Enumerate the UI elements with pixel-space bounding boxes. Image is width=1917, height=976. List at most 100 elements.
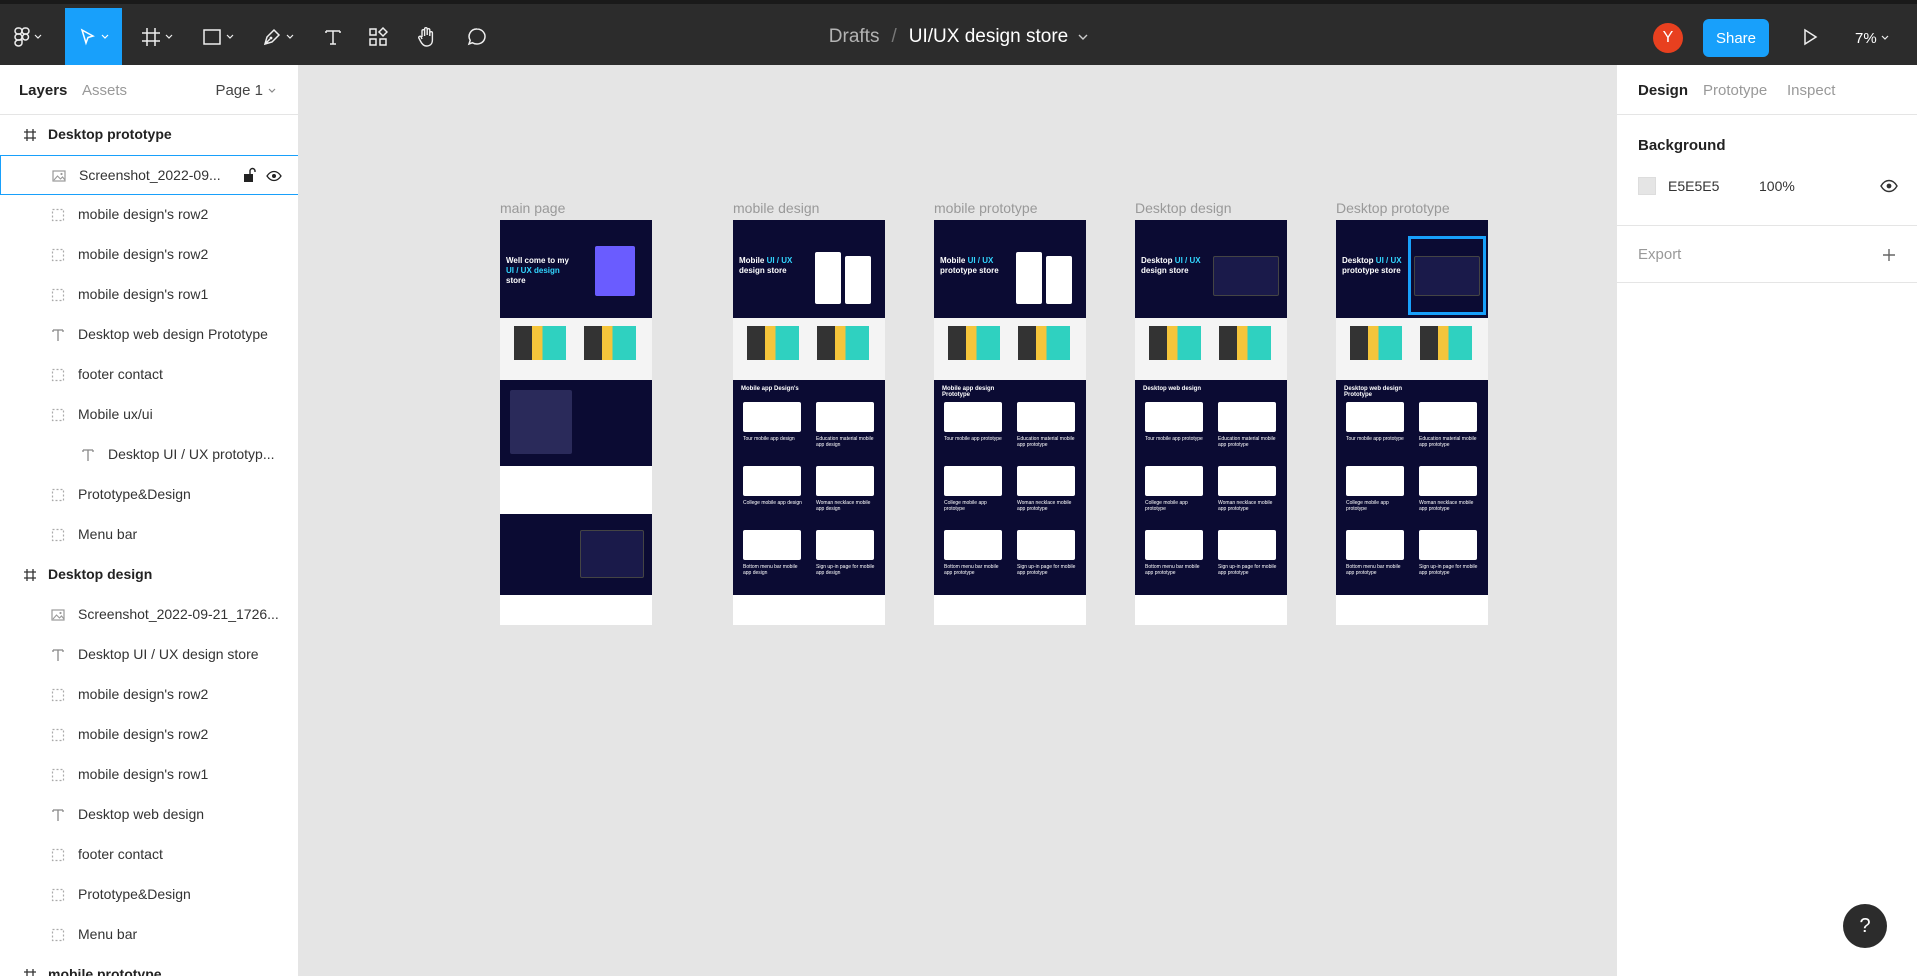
tab-design[interactable]: Design	[1638, 82, 1688, 99]
group-icon	[50, 487, 66, 503]
background-hex-input[interactable]: E5E5E5	[1668, 178, 1719, 194]
layer-name: Prototype&Design	[78, 886, 191, 902]
tab-assets[interactable]: Assets	[82, 82, 127, 99]
project-thumbnail	[816, 530, 874, 560]
frame-thumbnail[interactable]: Desktop UI / UX prototype store Desktop …	[1336, 220, 1488, 625]
chevron-down-icon	[101, 34, 108, 39]
resources-icon	[369, 26, 388, 46]
frame-label[interactable]: Desktop prototype	[1336, 200, 1450, 216]
layer-row[interactable]: Menu bar	[0, 915, 298, 955]
project-caption: Bottom menu bar mobile app prototype	[1145, 564, 1200, 576]
hero-mockup	[815, 252, 841, 304]
hero-title-line: design store	[739, 266, 787, 275]
comment-tool-button[interactable]	[459, 8, 495, 65]
resources-button[interactable]	[360, 8, 396, 65]
layer-row[interactable]: Desktop UI / UX prototyp...	[0, 435, 298, 475]
layer-row[interactable]: Menu bar	[0, 515, 298, 555]
eye-icon[interactable]	[1880, 179, 1898, 193]
layer-frame-row[interactable]: Desktop design	[0, 555, 298, 595]
chevron-down-icon[interactable]	[1078, 32, 1088, 42]
hero-title-line: prototype store	[1342, 266, 1401, 275]
unlock-icon[interactable]	[241, 167, 257, 183]
frame-tool-icon	[142, 27, 160, 46]
layer-name: Prototype&Design	[78, 486, 191, 502]
layer-row[interactable]: Prototype&Design	[0, 475, 298, 515]
tab-prototype[interactable]: Prototype	[1703, 82, 1767, 99]
project-caption: Tour mobile app prototype	[944, 436, 1002, 442]
present-button[interactable]	[1792, 8, 1828, 65]
frame-footer	[934, 595, 1086, 625]
tab-inspect[interactable]: Inspect	[1787, 82, 1835, 99]
zoom-control[interactable]: 7%	[1855, 19, 1889, 57]
share-button[interactable]: Share	[1703, 19, 1769, 57]
layer-name: Desktop prototype	[48, 126, 172, 142]
layer-name: footer contact	[78, 366, 163, 382]
layer-row[interactable]: mobile design's row2	[0, 235, 298, 275]
project-thumbnail	[944, 466, 1002, 496]
layer-frame-row[interactable]: Desktop prototype	[0, 115, 298, 155]
frame-label[interactable]: Desktop design	[1135, 200, 1232, 216]
project-caption: Tour mobile app design	[743, 436, 795, 442]
pen-tool-button[interactable]	[255, 8, 301, 65]
frame-hero: Desktop UI / UX prototype store	[1336, 220, 1488, 318]
layer-row[interactable]: Screenshot_2022-09...	[0, 155, 298, 195]
layer-row[interactable]: Mobile ux/ui	[0, 395, 298, 435]
frame-label[interactable]: main page	[500, 200, 565, 216]
frame-tool-button[interactable]	[134, 8, 180, 65]
layer-row[interactable]: Desktop web design	[0, 795, 298, 835]
frame-thumbnail[interactable]: Mobile UI / UX prototype store Mobile ap…	[934, 220, 1086, 625]
frame-label[interactable]: mobile design	[733, 200, 819, 216]
background-opacity-input[interactable]: 100%	[1759, 178, 1795, 194]
group-icon	[50, 687, 66, 703]
layer-row[interactable]: Screenshot_2022-09-21_1726...	[0, 595, 298, 635]
frame-thumbnail[interactable]: Desktop UI / UX design store Desktop web…	[1135, 220, 1287, 625]
project-caption: College mobile app design	[743, 500, 802, 506]
layer-row[interactable]: Desktop UI / UX design store	[0, 635, 298, 675]
layer-row[interactable]: mobile design's row1	[0, 755, 298, 795]
breadcrumb-folder[interactable]: Drafts	[829, 26, 880, 48]
frame-content-section: Mobile app design Prototype Tour mobile a…	[934, 380, 1086, 595]
store-card-image	[1018, 326, 1070, 360]
page-selector[interactable]: Page 1	[215, 82, 276, 99]
shape-tool-button[interactable]	[195, 8, 241, 65]
add-icon[interactable]	[1882, 248, 1896, 262]
frame-thumbnail[interactable]: Mobile UI / UX design store Mobile app D…	[733, 220, 885, 625]
project-caption: Sign up-in page for mobile app prototype	[1017, 564, 1076, 576]
layer-row[interactable]: mobile design's row2	[0, 715, 298, 755]
layer-name: mobile design's row2	[78, 726, 209, 742]
layer-name: Mobile ux/ui	[78, 406, 153, 422]
layer-row[interactable]: mobile design's row2	[0, 675, 298, 715]
frame-label[interactable]: mobile prototype	[934, 200, 1038, 216]
store-card-image	[747, 326, 799, 360]
layer-row[interactable]: footer contact	[0, 835, 298, 875]
hand-tool-button[interactable]	[409, 8, 445, 65]
layer-row[interactable]: mobile design's row2	[0, 195, 298, 235]
layer-name: mobile design's row2	[78, 246, 209, 262]
layer-name: Desktop web design	[78, 806, 205, 822]
layer-name: mobile prototype	[48, 966, 162, 976]
hero-title-line: UI / UX	[766, 256, 793, 265]
layer-frame-row[interactable]: mobile prototype	[0, 955, 298, 976]
help-button[interactable]: ?	[1843, 904, 1887, 948]
user-avatar[interactable]: Y	[1653, 23, 1683, 53]
project-thumbnail	[1017, 402, 1075, 432]
layer-row[interactable]: mobile design's row1	[0, 275, 298, 315]
eye-icon[interactable]	[266, 168, 282, 184]
selected-layer-outline[interactable]	[1408, 236, 1486, 315]
layer-row[interactable]: Prototype&Design	[0, 875, 298, 915]
text-icon	[50, 807, 66, 823]
move-tool-button[interactable]	[65, 8, 122, 65]
main-menu-button[interactable]	[8, 8, 48, 65]
frame-thumbnail[interactable]: Well come to my UI / UX design store	[500, 220, 652, 625]
frame-icon	[22, 967, 38, 976]
layer-row[interactable]: Desktop web design Prototype	[0, 315, 298, 355]
project-caption: Education material mobile app prototype	[1218, 436, 1276, 448]
hero-title-line: UI / UX	[1375, 256, 1402, 265]
file-name[interactable]: UI/UX design store	[909, 26, 1068, 48]
background-swatch[interactable]	[1638, 177, 1656, 195]
tab-layers[interactable]: Layers	[19, 82, 67, 99]
canvas[interactable]: main page Well come to my UI / UX design …	[300, 65, 1616, 976]
text-tool-button[interactable]	[315, 8, 351, 65]
layer-row[interactable]: footer contact	[0, 355, 298, 395]
project-thumbnail	[944, 402, 1002, 432]
